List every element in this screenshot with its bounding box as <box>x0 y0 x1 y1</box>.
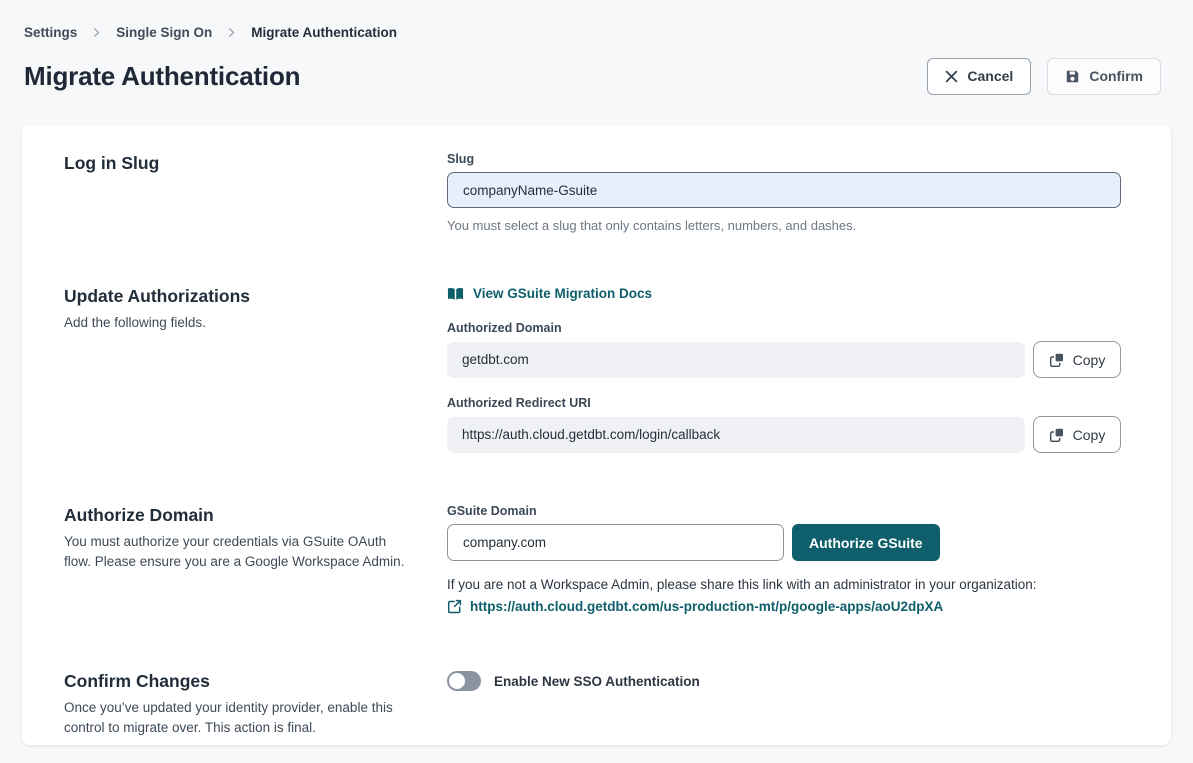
copy-redirect-uri-button[interactable]: Copy <box>1033 416 1121 453</box>
redirect-uri-label: Authorized Redirect URI <box>447 396 1121 411</box>
confirm-changes-subtitle: Once you’ve updated your identity provid… <box>64 698 409 738</box>
chevron-right-icon <box>91 27 102 38</box>
confirm-button-label: Confirm <box>1089 68 1143 84</box>
admin-share-link-url: https://auth.cloud.getdbt.com/us-product… <box>470 599 943 614</box>
header-actions: Cancel Confirm <box>927 58 1161 95</box>
breadcrumb-single-sign-on[interactable]: Single Sign On <box>116 25 212 40</box>
authorize-gsuite-button[interactable]: Authorize GSuite <box>792 524 940 561</box>
enable-sso-toggle-label: Enable New SSO Authentication <box>494 674 700 689</box>
redirect-uri-field <box>447 417 1025 453</box>
x-icon <box>945 70 958 83</box>
confirm-changes-heading: Confirm Changes <box>64 670 447 692</box>
slug-help-text: You must select a slug that only contain… <box>447 217 1121 234</box>
update-authorizations-heading: Update Authorizations <box>64 285 447 307</box>
toggle-knob <box>449 673 465 689</box>
admin-share-link[interactable]: https://auth.cloud.getdbt.com/us-product… <box>447 599 943 614</box>
enable-sso-toggle[interactable] <box>447 671 481 691</box>
breadcrumb-settings[interactable]: Settings <box>24 25 77 40</box>
gsuite-domain-input[interactable] <box>447 524 784 561</box>
breadcrumb: Settings Single Sign On Migrate Authenti… <box>24 24 1161 41</box>
book-icon <box>447 287 464 301</box>
copy-authorized-domain-button[interactable]: Copy <box>1033 341 1121 378</box>
chevron-right-icon <box>226 27 237 38</box>
page-title: Migrate Authentication <box>24 61 300 92</box>
authorized-domain-label: Authorized Domain <box>447 321 1121 336</box>
breadcrumb-migrate-authentication: Migrate Authentication <box>251 25 397 40</box>
copy-icon <box>1049 352 1065 368</box>
gsuite-migration-docs-link[interactable]: View GSuite Migration Docs <box>447 285 652 302</box>
save-icon <box>1065 69 1080 84</box>
authorize-domain-subtitle: You must authorize your credentials via … <box>64 532 409 572</box>
external-link-icon <box>447 599 462 614</box>
cancel-button[interactable]: Cancel <box>927 58 1031 95</box>
section-confirm-changes: Confirm Changes Once you’ve updated your… <box>64 670 1121 738</box>
section-update-authorizations: Update Authorizations Add the following … <box>64 285 1121 453</box>
copy-icon <box>1049 427 1065 443</box>
admin-share-note: If you are not a Workspace Admin, please… <box>447 576 1121 593</box>
login-slug-heading: Log in Slug <box>64 152 447 174</box>
settings-card: Log in Slug Slug You must select a slug … <box>22 125 1171 745</box>
section-authorize-domain: Authorize Domain You must authorize your… <box>64 504 1121 619</box>
authorized-domain-field <box>447 342 1025 378</box>
cancel-button-label: Cancel <box>967 68 1013 84</box>
copy-button-label: Copy <box>1073 427 1106 443</box>
section-login-slug: Log in Slug Slug You must select a slug … <box>64 152 1121 234</box>
copy-button-label: Copy <box>1073 352 1106 368</box>
authorize-domain-heading: Authorize Domain <box>64 504 447 526</box>
slug-input[interactable] <box>447 172 1121 208</box>
update-authorizations-subtitle: Add the following fields. <box>64 313 409 333</box>
docs-link-label: View GSuite Migration Docs <box>473 286 652 301</box>
gsuite-domain-label: GSuite Domain <box>447 504 1121 519</box>
confirm-button[interactable]: Confirm <box>1047 58 1161 95</box>
slug-label: Slug <box>447 152 1121 167</box>
